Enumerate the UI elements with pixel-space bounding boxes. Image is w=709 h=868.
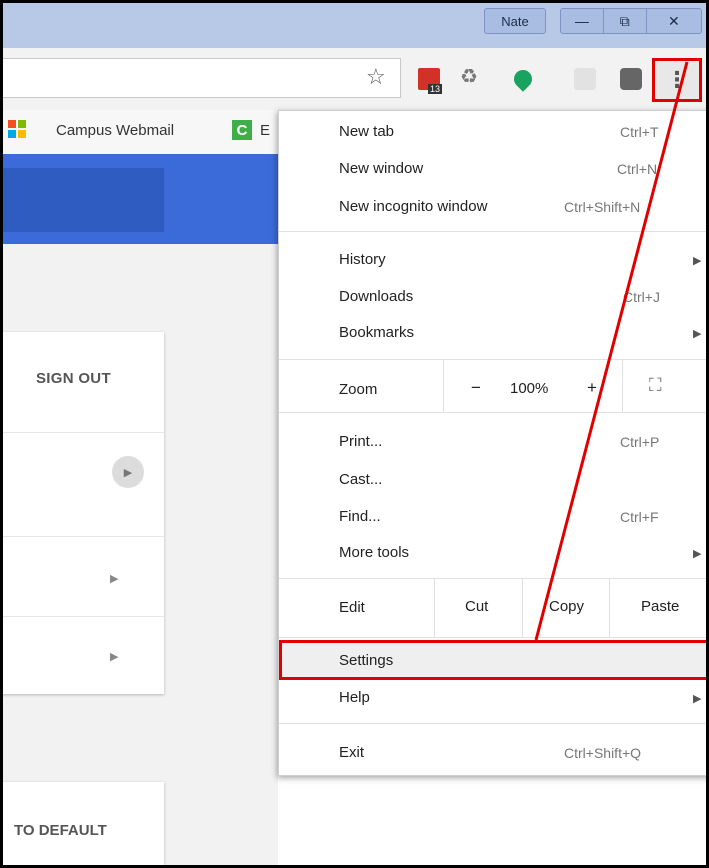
menu-item-history[interactable]: History — [339, 251, 386, 268]
arrow-right-icon[interactable]: ▶ — [110, 650, 118, 663]
browser-toolbar: ☆ ♻ ⋮ — [0, 48, 709, 111]
submenu-arrow-icon: ▶ — [693, 328, 702, 340]
extension-icon[interactable] — [620, 68, 642, 90]
cut-button[interactable]: Cut — [465, 598, 488, 615]
hangouts-extension-icon[interactable] — [510, 66, 536, 92]
menu-item-cast[interactable]: Cast... — [339, 471, 382, 488]
shortcut-label: Ctrl+N — [617, 161, 658, 177]
menu-item-more-tools[interactable]: More tools — [339, 544, 409, 561]
shortcut-label: Ctrl+Shift+N — [564, 199, 641, 215]
expand-arrow-button[interactable]: ▶ — [112, 456, 144, 488]
settings-row[interactable] — [0, 616, 164, 694]
chrome-menu-button[interactable]: ⋮ — [652, 58, 702, 102]
menu-separator — [279, 723, 709, 724]
recycle-extension-icon[interactable]: ♻ — [460, 64, 478, 89]
bookmark-campus-webmail[interactable]: Campus Webmail — [56, 122, 174, 139]
menu-item-zoom: Zoom — [339, 381, 378, 398]
shortcut-label: Ctrl+Shift+Q — [564, 745, 642, 761]
menu-item-new-tab[interactable]: New tab — [339, 123, 394, 140]
menu-separator — [522, 579, 523, 637]
profile-button[interactable]: Nate — [484, 8, 546, 34]
menu-separator — [434, 579, 435, 637]
bookmark-c-icon[interactable]: C — [232, 120, 252, 140]
menu-separator — [622, 360, 623, 412]
shortcut-label: Ctrl+J — [623, 289, 660, 305]
annotation-highlight-box — [279, 640, 709, 680]
menu-item-new-window[interactable]: New window — [339, 160, 423, 177]
copy-button[interactable]: Copy — [549, 598, 584, 615]
menu-item-help[interactable]: Help — [339, 689, 370, 706]
microsoft-logo-icon — [8, 120, 26, 138]
menu-separator — [279, 578, 709, 579]
settings-row[interactable] — [0, 536, 164, 617]
menu-item-edit: Edit — [339, 599, 365, 616]
arrow-right-icon[interactable]: ▶ — [110, 572, 118, 585]
search-field[interactable] — [0, 168, 164, 232]
menu-item-downloads[interactable]: Downloads — [339, 288, 413, 305]
more-vert-icon: ⋮ — [666, 67, 688, 92]
zoom-level: 100% — [510, 380, 549, 397]
address-bar[interactable] — [0, 58, 401, 98]
shortcut-label: Ctrl+P — [620, 434, 660, 450]
close-button[interactable]: ✕ — [647, 9, 701, 33]
fullscreen-icon[interactable]: ⛶ — [649, 375, 662, 396]
menu-item-exit[interactable]: Exit — [339, 744, 364, 761]
zoom-out-button[interactable]: − — [471, 378, 481, 398]
page-header — [0, 154, 278, 244]
zoom-in-button[interactable]: + — [587, 378, 597, 398]
minimize-button[interactable]: — — [561, 9, 604, 33]
shortcut-label: Ctrl+T — [620, 124, 659, 140]
submenu-arrow-icon: ▶ — [693, 693, 702, 705]
window-controls: — ⧉ ✕ — [560, 8, 702, 34]
menu-separator — [443, 360, 444, 412]
paste-button[interactable]: Paste — [641, 598, 679, 615]
restore-button[interactable]: ⧉ — [604, 9, 647, 33]
settings-row[interactable] — [0, 432, 164, 537]
menu-item-print[interactable]: Print... — [339, 433, 382, 450]
calendar-extension-icon[interactable] — [418, 68, 442, 94]
submenu-arrow-icon: ▶ — [693, 255, 702, 267]
arrow-right-icon: ▶ — [123, 466, 133, 479]
menu-separator — [279, 637, 709, 638]
menu-item-new-incognito[interactable]: New incognito window — [339, 198, 487, 215]
window-titlebar: Nate — ⧉ ✕ — [0, 0, 709, 48]
bookmark-star-icon[interactable]: ☆ — [366, 64, 386, 90]
menu-separator — [279, 412, 709, 413]
sign-out-button[interactable]: SIGN OUT — [36, 370, 111, 387]
menu-separator — [279, 231, 709, 232]
extension-icon[interactable] — [574, 68, 596, 90]
menu-item-bookmarks[interactable]: Bookmarks — [339, 324, 414, 341]
shortcut-label: Ctrl+F — [620, 509, 659, 525]
submenu-arrow-icon: ▶ — [693, 548, 702, 560]
bookmark-item[interactable]: E — [260, 122, 270, 139]
menu-separator — [279, 359, 709, 360]
menu-item-find[interactable]: Find... — [339, 508, 381, 525]
menu-separator — [609, 579, 610, 637]
reset-to-default-button[interactable]: TO DEFAULT — [14, 822, 107, 839]
